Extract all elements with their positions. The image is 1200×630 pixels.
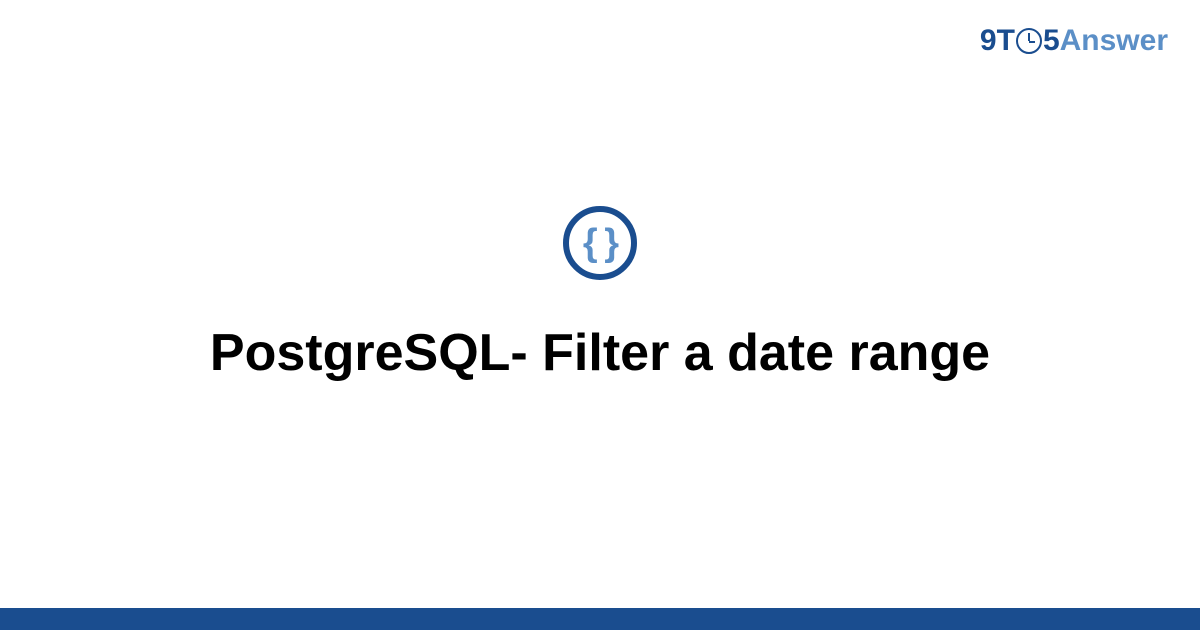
page-title: PostgreSQL- Filter a date range: [210, 322, 990, 384]
footer-accent-bar: [0, 608, 1200, 630]
code-braces-badge-icon: { }: [563, 206, 637, 280]
braces-symbol: { }: [583, 224, 617, 262]
main-content: { } PostgreSQL- Filter a date range: [0, 0, 1200, 630]
